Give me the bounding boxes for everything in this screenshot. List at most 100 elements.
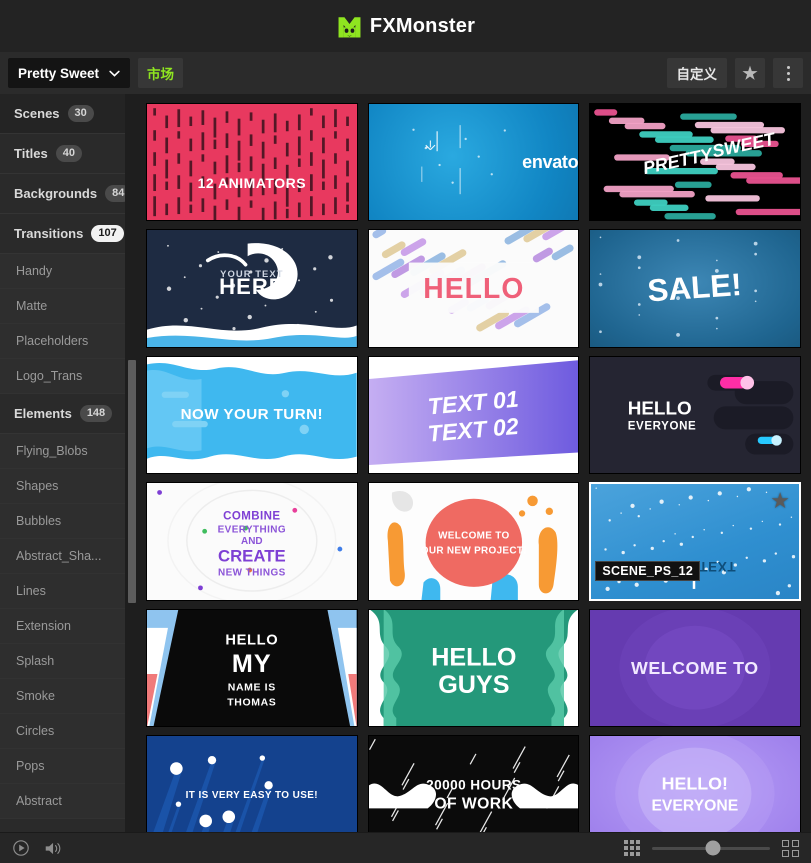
svg-text:WELCOME TO: WELCOME TO (438, 531, 509, 542)
thumbnail-easy-to-use[interactable]: IT IS VERY EASY TO USE!IT IS VERY EASY T… (146, 735, 358, 832)
thumbnail-pretty-sweet[interactable]: PRETTYSWEETPRETTY SWEET (589, 103, 801, 222)
thumbnail-hello-everyone-neon[interactable]: HELLOEVERYONEHELLO EVERYONE (589, 355, 801, 475)
sidebar-category-scenes[interactable]: Scenes 30 (0, 94, 125, 134)
svg-text:NAME IS: NAME IS (228, 682, 276, 693)
thumbnail-sale[interactable]: SALE!SALE! (589, 229, 801, 348)
thumbnail-envato[interactable]: envato (367, 103, 580, 222)
svg-text:THOMAS: THOMAS (227, 697, 276, 708)
thumbnail-artwork: envato (368, 104, 579, 221)
market-button[interactable]: 市场 (138, 58, 184, 88)
svg-text:HELLO: HELLO (225, 632, 278, 648)
sidebar-category-transitions[interactable]: Transitions 107 (0, 214, 125, 254)
thumbnail-artwork-text: envato (522, 151, 579, 172)
sidebar-scrollbar-thumb[interactable] (128, 359, 136, 604)
thumbnail-artwork: HELLOEVERYONEHELLO EVERYONE (590, 356, 800, 474)
sidebar-category-count-badge: 40 (55, 144, 82, 163)
customize-button[interactable]: 自定义 (666, 58, 727, 88)
thumbnail-hello-everyone-purple[interactable]: HELLO!EVERYONEHELLO! EVERYONE (589, 735, 801, 832)
chevron-down-icon (109, 70, 120, 77)
favorites-button[interactable]: ★ (735, 58, 765, 88)
grid-2x2-icon[interactable] (782, 839, 799, 857)
sidebar-subitem-placeholders[interactable]: Placeholders (0, 324, 125, 359)
thumbnail-welcome-new-project[interactable]: WELCOME TOOUR NEW PROJECT!WELCOME TO OUR… (367, 482, 580, 601)
sidebar-subitem-abstract[interactable]: Abstract (0, 784, 125, 819)
svg-text:WELCOME TO: WELCOME TO (631, 658, 759, 678)
sidebar-subitem-pops[interactable]: Pops (0, 749, 125, 784)
thumbnail-size-slider[interactable] (652, 840, 770, 856)
brand-fx: FX (369, 14, 396, 37)
sidebar-category-label: Transitions (14, 226, 84, 241)
main-toolbar: Pretty Sweet 市场 自定义 ★ (0, 52, 811, 94)
thumbnail-artwork: 12 ANIMATORS (147, 104, 357, 221)
svg-text:EVERYTHING: EVERYTHING (218, 525, 286, 536)
thumbnail-combine-create[interactable]: COMBINEEVERYTHINGANDCREATENEW THINGSCOMB… (146, 482, 358, 601)
sidebar-category-label: Titles (14, 146, 48, 161)
sidebar-subitem-matte[interactable]: Matte (0, 289, 125, 324)
app-logo: FXMonster (336, 13, 475, 40)
sidebar-scrollbar-track[interactable] (125, 94, 138, 832)
sidebar-subitem-bubbles[interactable]: Bubbles (0, 504, 125, 539)
thumbnail-text-01-02[interactable]: TEXT 01TEXT 02TEXT 01 TEXT 02 (367, 355, 580, 475)
svg-text:IT IS VERY EASY TO USE!: IT IS VERY EASY TO USE! (186, 790, 318, 801)
sidebar-category-elements[interactable]: Elements 148 (0, 394, 125, 434)
thumbnail-scene-ps-12[interactable]: YOUR TEXTYOUR TEXT★ SCENE_PS_12 (589, 482, 801, 601)
svg-text:EVERYONE: EVERYONE (628, 420, 697, 432)
toolbar-right-group: 自定义 ★ (666, 58, 803, 88)
player-footer (0, 832, 811, 863)
sidebar-subitem-logo-trans[interactable]: Logo_Trans (0, 359, 125, 394)
sidebar-category-count-badge: 30 (67, 104, 94, 123)
template-grid-container: 12 ANIMATORS envato PRETTYSWEETPRETTY SWEE… (138, 94, 811, 832)
thumbnail-artwork: HELLOHELLO (368, 230, 579, 347)
thumbnail-12-animators[interactable]: 12 ANIMATORS (146, 103, 358, 222)
thumbnail-artwork: SALE!SALE! (590, 230, 800, 347)
thumbnail-artwork: WELCOME TOOUR NEW PROJECT!WELCOME TO OUR… (368, 483, 579, 600)
project-dropdown[interactable]: Pretty Sweet (8, 58, 131, 88)
svg-text:EVERYONE: EVERYONE (652, 797, 739, 814)
sidebar-category-count-badge: 148 (79, 404, 113, 423)
thumbnail-artwork: TEXT 01TEXT 02TEXT 01 TEXT 02 (368, 356, 579, 474)
svg-text:AND: AND (241, 536, 263, 547)
thumbnail-hello-guys[interactable]: HELLOGUYSHELLO GUYS (367, 608, 580, 728)
sidebar-subitem-extension[interactable]: Extension (0, 609, 125, 644)
sidebar-scroll-area: Scenes 30 Titles 40 Backgrounds 84 Transitions… (0, 94, 138, 832)
thumbnail-hello[interactable]: HELLOHELLO (367, 229, 580, 348)
brand-monster: Monster (395, 14, 476, 37)
sidebar-subitem-lines[interactable]: Lines (0, 574, 125, 609)
svg-text:OUR NEW PROJECT!: OUR NEW PROJECT! (420, 545, 526, 556)
thumbnail-size-slider-handle[interactable] (705, 840, 721, 856)
thumbnail-here[interactable]: YOUR TEXTHEREHERE (146, 229, 358, 348)
thumbnail-artwork: WELCOME TOWELCOME TO (590, 609, 800, 727)
sidebar-category-titles[interactable]: Titles 40 (0, 134, 125, 174)
thumbnail-artwork: YOUR TEXTYOUR TEXT (591, 484, 799, 599)
thumbnail-20000-hours-of-work[interactable]: 20000 HOURSOF WORK20000 HOURS OF WORK (367, 735, 580, 832)
footer-right-group (624, 839, 799, 857)
volume-icon[interactable] (44, 840, 63, 857)
svg-text:NOW YOUR TURN!: NOW YOUR TURN! (181, 406, 323, 423)
grid-3x3-icon[interactable] (624, 840, 640, 856)
play-circle-icon[interactable] (12, 839, 30, 857)
more-options-button[interactable] (773, 58, 803, 88)
svg-text:COMBINE: COMBINE (223, 511, 280, 523)
sidebar-subitem-smoke[interactable]: Smoke (0, 679, 125, 714)
sidebar-subitem-shapes[interactable]: Shapes (0, 469, 125, 504)
thumbnail-hello-my-name-is-thomas[interactable]: HELLOMYNAME ISTHOMASHELLO MY NAME IS THO… (146, 608, 358, 728)
svg-text:MY: MY (232, 649, 272, 677)
sidebar-subitem-handy[interactable]: Handy (0, 254, 125, 289)
brand-text: FXMonster (370, 15, 475, 38)
sidebar-category-backgrounds[interactable]: Backgrounds 84 (0, 174, 132, 214)
sidebar-category-label: Elements (14, 406, 72, 421)
thumbnail-now-your-turn[interactable]: NOW YOUR TURN!NOW YOUR TURN! (146, 355, 358, 475)
monster-m-logo-icon (338, 16, 361, 37)
sidebar-subitem-circles[interactable]: Circles (0, 714, 125, 749)
star-icon[interactable]: ★ (770, 490, 790, 512)
sidebar-subitem-flying-blobs[interactable]: Flying_Blobs (0, 434, 125, 469)
thumbnail-artwork-text: 12 ANIMATORS (197, 174, 307, 191)
thumbnail-artwork: HELLOMYNAME ISTHOMASHELLO MY NAME IS THO… (147, 609, 357, 727)
svg-text:HELLO: HELLO (423, 273, 524, 305)
thumbnail-welcome-to[interactable]: WELCOME TOWELCOME TO (589, 608, 801, 728)
thumbnail-artwork: 20000 HOURSOF WORK20000 HOURS OF WORK (368, 736, 579, 832)
svg-text:HERE: HERE (219, 274, 284, 299)
template-grid: 12 ANIMATORS envato PRETTYSWEETPRETTY SWEE… (146, 103, 801, 832)
sidebar-subitem-abstract-sha[interactable]: Abstract_Sha... (0, 539, 125, 574)
sidebar-subitem-splash[interactable]: Splash (0, 644, 125, 679)
